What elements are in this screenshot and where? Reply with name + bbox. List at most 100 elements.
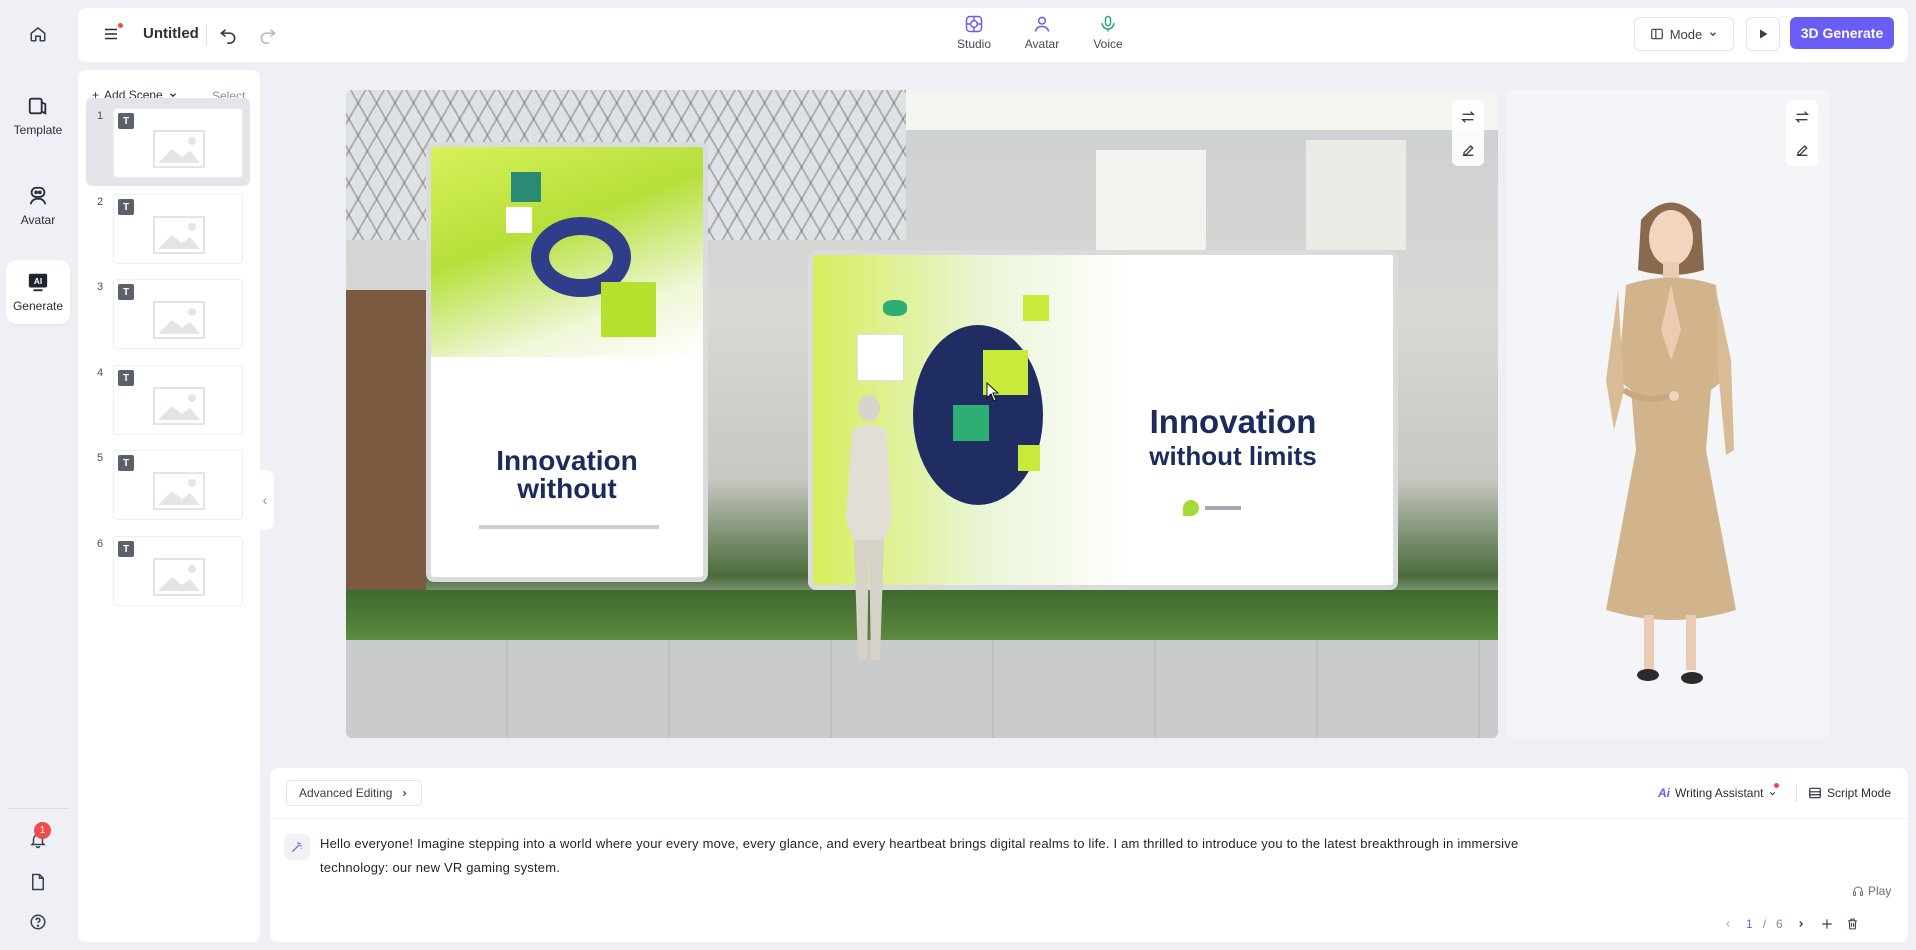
green-cube — [1023, 295, 1049, 321]
scene-item[interactable]: 2T — [86, 184, 250, 272]
advanced-editing-button[interactable]: Advanced Editing — [286, 780, 423, 806]
menu-notification-dot — [118, 23, 123, 28]
scene-thumbnail: T — [113, 279, 243, 349]
chevron-right-icon[interactable] — [1793, 916, 1809, 932]
editor-separator — [270, 818, 1908, 819]
play-audio-button[interactable]: Play — [1852, 884, 1891, 898]
script-text[interactable]: Hello everyone! Imagine stepping into a … — [320, 832, 1590, 880]
scene-item[interactable]: 5T — [86, 440, 250, 528]
scene-number: 5 — [97, 452, 104, 464]
rail-generate-label: Generate — [12, 299, 64, 313]
chevron-left-icon: ‹ — [262, 492, 268, 508]
add-scene-icon[interactable] — [1819, 916, 1835, 932]
avatar-icon — [29, 186, 47, 205]
floor — [346, 640, 1498, 738]
left-display-panel: Innovation without — [426, 142, 708, 582]
edit-icon[interactable] — [1460, 142, 1476, 158]
scene-number: 2 — [97, 196, 104, 208]
writing-assistant-label: Writing Assistant — [1675, 786, 1764, 800]
scene-number: 4 — [97, 367, 104, 379]
green-cube — [601, 282, 656, 337]
teal-cube — [511, 172, 541, 202]
scene-canvas[interactable]: Innovation without Innovation without li… — [346, 90, 1498, 738]
brand-logo — [1183, 500, 1199, 516]
preview-play-button[interactable] — [1746, 17, 1780, 51]
left-rail: Template Avatar AI Generate 1 — [0, 0, 76, 950]
stage-avatar-figure[interactable] — [834, 390, 904, 670]
collapse-panel-handle[interactable]: ‹ — [256, 470, 274, 530]
rail-avatar-label: Avatar — [20, 213, 56, 227]
page-current: 1 — [1746, 917, 1753, 931]
rail-template[interactable]: Template — [6, 88, 70, 144]
rail-template-label: Template — [13, 123, 63, 137]
tab-studio[interactable]: Studio — [944, 14, 1004, 51]
swap-icon[interactable] — [1460, 109, 1476, 125]
scene-item[interactable]: 1T — [86, 98, 250, 186]
text-badge: T — [118, 284, 134, 300]
scene-number: 1 — [97, 110, 104, 122]
studio-icon — [965, 15, 983, 33]
toolbar-divider — [206, 24, 207, 46]
redo-icon[interactable] — [258, 24, 280, 46]
menu-icon[interactable] — [102, 25, 122, 45]
chevron-left-icon[interactable] — [1720, 916, 1736, 932]
left-panel-artwork — [431, 147, 703, 357]
3d-generate-button[interactable]: 3D Generate — [1790, 17, 1894, 49]
script-editor: Advanced Editing Ai Writing Assistant Sc… — [270, 768, 1908, 942]
rail-avatar[interactable]: Avatar — [6, 178, 70, 234]
image-placeholder-icon — [153, 558, 205, 596]
image-placeholder-icon — [153, 301, 205, 339]
scene-item[interactable]: 3T — [86, 269, 250, 357]
ai-icon: Ai — [1658, 786, 1670, 800]
template-icon — [28, 97, 47, 115]
ai-generate-icon: AI — [28, 273, 48, 292]
tab-voice[interactable]: Voice — [1078, 14, 1138, 51]
hedge — [346, 590, 1498, 640]
top-bar: Untitled Studio Avatar Voice Mode 3D Gen… — [78, 8, 1908, 62]
undo-icon[interactable] — [218, 24, 240, 46]
brand-logo-text — [1205, 506, 1241, 510]
text-badge: T — [118, 113, 134, 129]
play-icon — [1760, 29, 1768, 39]
scene-pager: 1 / 6 — [1720, 916, 1861, 932]
image-placeholder-icon — [153, 472, 205, 510]
scene-item[interactable]: 4T — [86, 355, 250, 443]
tab-studio-label: Studio — [956, 37, 992, 51]
svg-text:AI: AI — [34, 277, 42, 286]
scene-item[interactable]: 6T — [86, 526, 250, 614]
right-panel-headline-line-2: without limits — [1149, 441, 1317, 471]
scene-thumbnail: T — [113, 108, 243, 178]
avatar-toolbar — [1786, 100, 1818, 166]
green-cube — [1018, 445, 1040, 471]
edit-icon[interactable] — [1794, 142, 1810, 158]
pillar — [1306, 140, 1406, 250]
rail-generate[interactable]: AI Generate — [6, 260, 70, 324]
scene-thumbnail: T — [113, 194, 243, 264]
layout-icon — [1650, 28, 1663, 40]
chevron-down-icon — [1710, 32, 1717, 37]
writing-assistant-dot — [1774, 783, 1779, 788]
left-panel-headline: Innovation without — [496, 445, 638, 504]
script-mode-icon — [1809, 787, 1821, 799]
rail-divider — [8, 808, 68, 809]
help-icon[interactable] — [26, 910, 50, 934]
scene-number: 3 — [97, 281, 104, 293]
writing-assistant-button[interactable]: Ai Writing Assistant — [1658, 783, 1779, 800]
text-badge: T — [118, 199, 134, 215]
trash-icon[interactable] — [1845, 916, 1861, 932]
document-icon[interactable] — [26, 870, 50, 894]
document-title[interactable]: Untitled — [143, 25, 199, 42]
script-mode-button[interactable]: Script Mode — [1808, 786, 1891, 800]
tab-avatar[interactable]: Avatar — [1012, 14, 1072, 51]
avatar-figure[interactable] — [1586, 190, 1756, 710]
play-label: Play — [1868, 884, 1892, 898]
teal-cube — [883, 300, 907, 316]
chevron-right-icon — [403, 790, 407, 796]
chevron-down-icon — [1770, 791, 1776, 795]
mode-dropdown[interactable]: Mode — [1634, 17, 1734, 51]
magic-wand-icon[interactable] — [284, 834, 310, 860]
scene-panel: + Add Scene Select 1T2T3T4T5T6T — [78, 70, 260, 942]
home-icon[interactable] — [26, 22, 50, 46]
left-panel-fineprint — [479, 525, 659, 529]
swap-icon[interactable] — [1794, 109, 1810, 125]
